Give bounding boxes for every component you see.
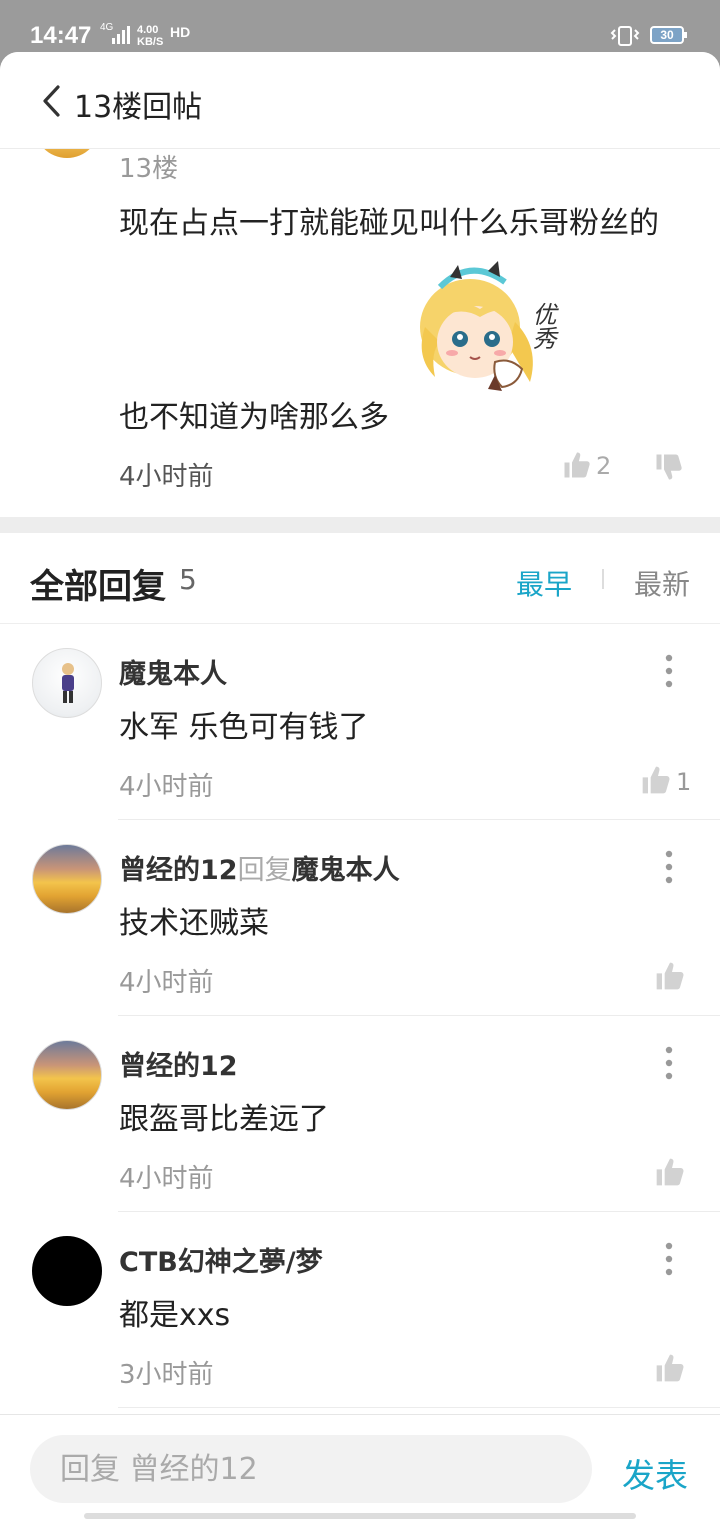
reply-text: 水军 乐色可有钱了 (119, 710, 369, 745)
reply-item[interactable]: CTB幻神之夢/梦 都是xxs 3小时前 (0, 1212, 720, 1408)
hd-indicator: HD (170, 24, 191, 40)
reply-item[interactable]: 曾经的12 跟盔哥比差远了 4小时前 (0, 1016, 720, 1212)
post-floor: 13楼 (119, 154, 179, 184)
post-text: 现在占点一打就能碰见叫什么乐哥粉丝的 (119, 206, 659, 241)
more-icon[interactable] (662, 850, 676, 884)
thumbs-up-icon[interactable] (640, 764, 672, 796)
reply-author[interactable]: CTB幻神之夢/梦 (119, 1240, 323, 1279)
more-icon[interactable] (662, 1242, 676, 1276)
sort-latest-tab[interactable]: 最新 (634, 563, 690, 603)
gesture-bar (84, 1513, 636, 1519)
reply-text: 技术还贼菜 (119, 906, 269, 941)
replies-title: 全部回复 (30, 567, 166, 607)
send-button[interactable]: 发表 (622, 1449, 688, 1497)
avatar-figure (62, 663, 74, 703)
network-speed-value: 4.00 (137, 24, 159, 36)
thumbs-up-icon[interactable] (654, 1156, 686, 1188)
thumbs-up-icon[interactable] (654, 1352, 686, 1384)
reply-text: 跟盔哥比差远了 (119, 1102, 329, 1137)
battery-icon: 30 (650, 26, 687, 44)
reply-text: 都是xxs (119, 1298, 231, 1333)
replies-count: 5 (179, 563, 197, 596)
top-bar: 13楼回帖 (0, 52, 720, 149)
sort-divider (602, 569, 604, 589)
like-count: 2 (596, 452, 612, 480)
vibrate-icon (610, 26, 640, 46)
section-divider (0, 517, 720, 533)
reply-author-name: CTB幻神之夢/梦 (119, 1247, 323, 1278)
reply-time: 4小时前 (119, 772, 214, 802)
compose-bar: 发表 (0, 1414, 720, 1520)
avatar[interactable] (32, 1236, 102, 1306)
reply-time: 4小时前 (119, 1164, 214, 1194)
more-icon[interactable] (662, 1046, 676, 1080)
avatar[interactable] (32, 648, 102, 718)
reply-to-label: 回复 (237, 855, 292, 886)
reply-author-name: 曾经的12 (119, 855, 238, 886)
avatar[interactable] (32, 1040, 102, 1110)
reply-item[interactable]: 魔鬼本人 水军 乐色可有钱了 4小时前 1 (0, 624, 720, 820)
reply-input[interactable] (30, 1435, 592, 1503)
reply-author[interactable]: 魔鬼本人 (119, 652, 227, 691)
reply-author-name: 曾经的12 (119, 1051, 238, 1082)
network-speed: 4.00 KB/S (137, 24, 163, 48)
reply-to-name[interactable]: 魔鬼本人 (292, 855, 400, 886)
reply-author-name: 魔鬼本人 (119, 659, 227, 690)
reply-sheet: 13楼回帖 13楼 现在占点一打就能碰见叫什么乐哥粉丝的 优秀 也不知道为啥那么… (0, 52, 720, 1520)
like-count: 1 (676, 768, 692, 796)
sticker-text: 优秀 (528, 302, 556, 350)
reply-author[interactable]: 曾经的12回复魔鬼本人 (119, 848, 400, 887)
chevron-left-icon[interactable] (40, 84, 64, 118)
signal-icon (112, 26, 130, 44)
status-bar: 14:47 4G 4.00 KB/S HD 30 (0, 0, 720, 60)
post-text-continued: 也不知道为啥那么多 (119, 400, 389, 435)
reply-time: 3小时前 (119, 1360, 214, 1390)
thumbs-up-icon[interactable] (654, 960, 686, 992)
reply-time: 4小时前 (119, 968, 214, 998)
reply-author[interactable]: 曾经的12 (119, 1044, 238, 1083)
page-title: 13楼回帖 (74, 90, 203, 125)
sticker-image: 优秀 (420, 261, 556, 391)
avatar[interactable] (32, 844, 102, 914)
row-divider (118, 1407, 720, 1408)
sort-earliest-tab[interactable]: 最早 (516, 563, 572, 603)
more-icon[interactable] (662, 654, 676, 688)
status-time: 14:47 (30, 22, 92, 49)
thumbs-down-icon[interactable] (654, 452, 684, 482)
replies-header: 全部回复 5 最早 最新 (0, 533, 720, 624)
post-time: 4小时前 (119, 462, 214, 492)
network-speed-unit: KB/S (137, 36, 164, 48)
thumbs-up-icon[interactable] (562, 450, 592, 480)
reply-item[interactable]: 曾经的12回复魔鬼本人 技术还贼菜 4小时前 (0, 820, 720, 1016)
